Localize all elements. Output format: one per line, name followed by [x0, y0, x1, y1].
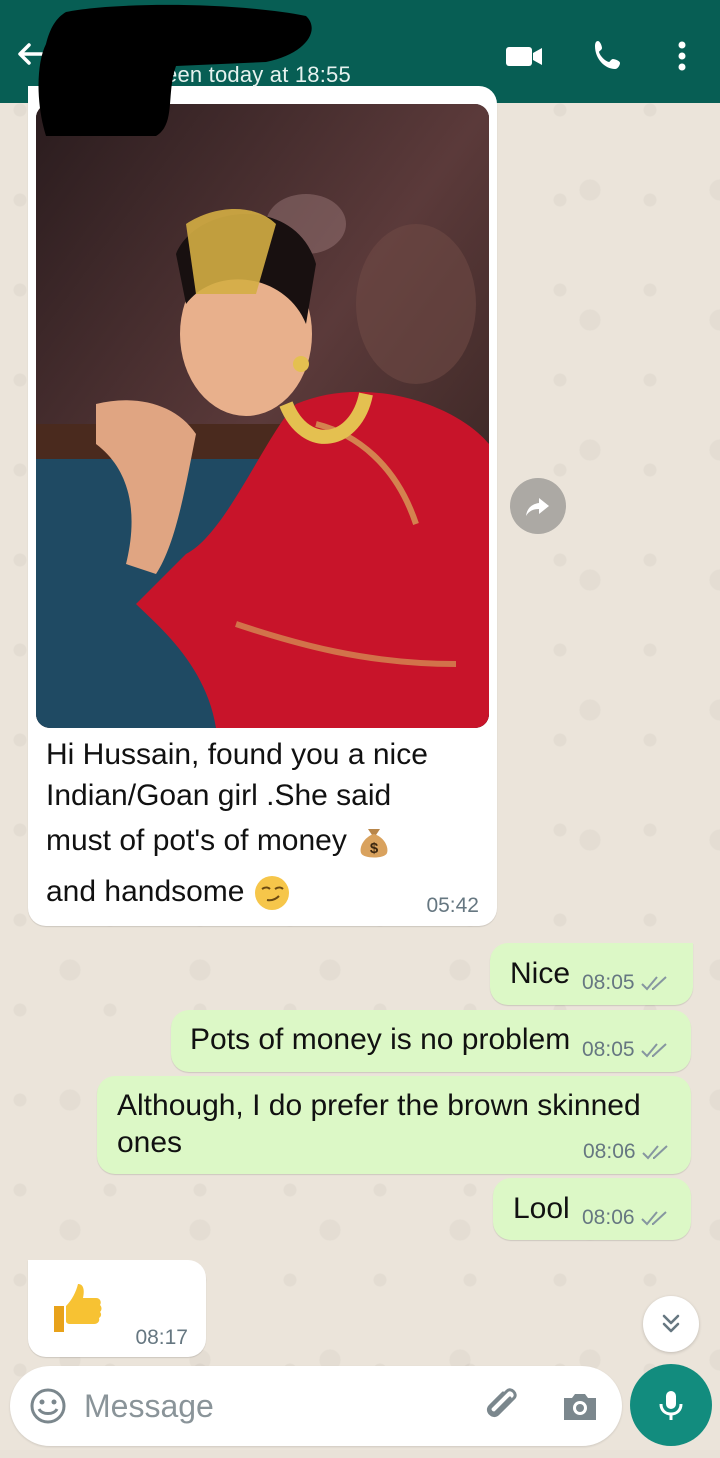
caption-line: Indian/Goan girl .She said [46, 779, 392, 812]
more-options-icon[interactable] [662, 36, 702, 76]
smirking-face-icon [253, 874, 291, 912]
attach-icon[interactable] [482, 1384, 524, 1426]
video-call-icon[interactable] [504, 36, 544, 76]
voice-message-button[interactable] [630, 1364, 712, 1446]
thumbs-up-icon [46, 1278, 104, 1338]
message-meta: 08:06 [582, 1206, 670, 1230]
forward-button[interactable] [510, 478, 566, 534]
voice-call-icon[interactable] [588, 36, 628, 76]
message-text-line: Although, I do prefer the brown skinned [117, 1089, 641, 1122]
outgoing-message[interactable]: Nice 08:05 [490, 943, 693, 1005]
scroll-to-bottom-button[interactable] [643, 1296, 699, 1352]
outgoing-message[interactable]: Lool 08:06 [493, 1178, 691, 1240]
message-time: 08:06 [583, 1140, 636, 1163]
svg-text:$: $ [370, 840, 379, 857]
message-meta: 08:06 [583, 1140, 671, 1164]
message-time: 08:17 [135, 1326, 188, 1349]
message-text: Pots of money is no problem [190, 1023, 571, 1056]
incoming-image-message[interactable]: Hi Hussain, found you a nice Indian/Goan… [28, 86, 497, 926]
message-time: 08:05 [582, 1038, 635, 1061]
outgoing-message[interactable]: Pots of money is no problem 08:05 [171, 1010, 691, 1072]
forward-icon [526, 498, 549, 516]
read-ticks-icon [641, 1145, 668, 1160]
mic-icon [659, 1391, 683, 1420]
message-time: 05:42 [426, 894, 479, 917]
image-caption: Hi Hussain, found you a nice Indian/Goan… [46, 734, 466, 912]
message-meta: 08:05 [582, 1038, 670, 1062]
read-ticks-icon [640, 1043, 667, 1058]
caption-line: Hi Hussain, found you a nice [46, 738, 428, 771]
read-ticks-icon [640, 976, 667, 991]
money-bag-icon: $ [355, 823, 393, 861]
emoji-icon[interactable] [28, 1386, 68, 1426]
shared-photo[interactable] [36, 104, 489, 728]
camera-icon[interactable] [560, 1386, 600, 1426]
message-text-line: ones [117, 1126, 183, 1159]
message-text: Nice [510, 957, 571, 990]
message-time: 08:06 [582, 1206, 635, 1229]
bottom-edge [0, 1450, 720, 1458]
outgoing-message[interactable]: Although, I do prefer the brown skinned … [97, 1076, 691, 1174]
incoming-message[interactable]: 08:17 [28, 1260, 206, 1357]
redaction-scribble [38, 4, 312, 136]
message-time: 08:05 [582, 971, 635, 994]
double-chevron-down-icon [662, 1314, 680, 1333]
message-meta: 08:05 [582, 971, 670, 995]
message-input[interactable] [84, 1384, 464, 1428]
message-text: Lool [513, 1192, 570, 1225]
read-ticks-icon [640, 1211, 667, 1226]
caption-line: must of pot's of money [46, 824, 347, 857]
caption-line: and handsome [46, 875, 245, 909]
message-composer [10, 1366, 622, 1446]
